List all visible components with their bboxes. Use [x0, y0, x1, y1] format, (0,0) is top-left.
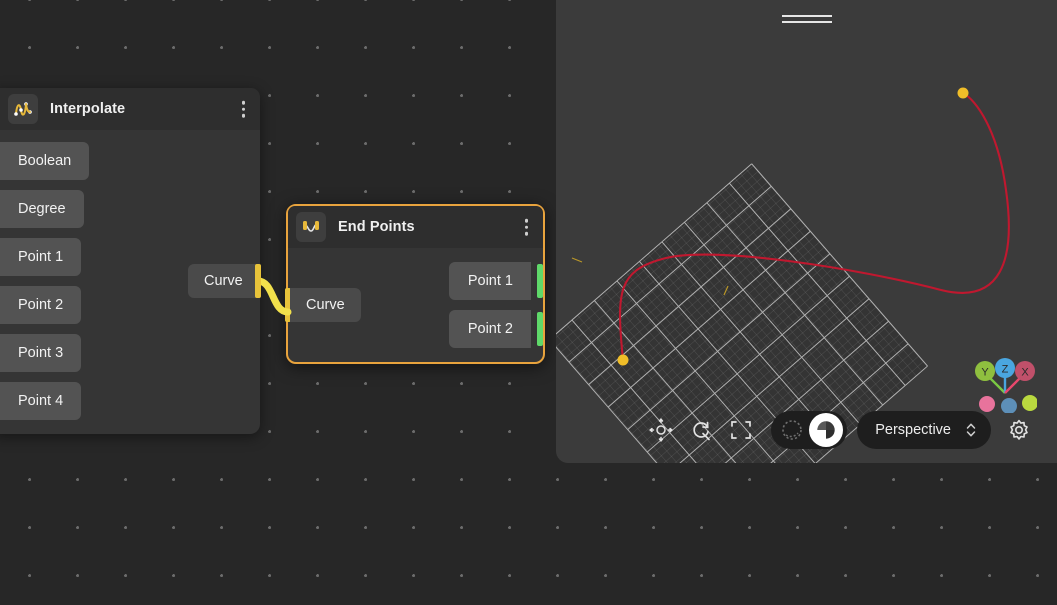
socket-row-boolean[interactable]: Boolean	[0, 142, 260, 180]
node-end-points-kebab-menu-icon[interactable]	[520, 215, 534, 240]
viewport-toolbar: Perspective	[556, 411, 1057, 449]
viewport-settings-gear-icon[interactable]	[999, 411, 1039, 449]
reset-view-tool-icon[interactable]	[681, 411, 721, 449]
viewport-resize-handle[interactable]	[782, 11, 832, 27]
frame-selection-tool-icon[interactable]	[721, 411, 761, 449]
axis-label-z: Z	[1002, 364, 1009, 376]
socket-row-point-4[interactable]: Point 4	[0, 382, 260, 420]
node-interpolate-header[interactable]: Interpolate	[0, 88, 260, 130]
node-interpolate-title: Interpolate	[50, 101, 125, 117]
interpolate-curve-icon	[8, 94, 38, 124]
socket-marker-out-point-2[interactable]	[537, 312, 543, 346]
node-end-points-title: End Points	[338, 219, 415, 235]
viewport-endpoint-2	[618, 355, 629, 366]
socket-label-point-4: Point 4	[0, 382, 81, 420]
socket-label-point-2: Point 2	[0, 286, 81, 324]
socket-label-out-point-2: Point 2	[449, 310, 531, 348]
socket-marker-out-point-1[interactable]	[537, 264, 543, 298]
orbit-tool-icon[interactable]	[641, 411, 681, 449]
socket-label-out-point-1: Point 1	[449, 262, 531, 300]
node-interpolate[interactable]: Interpolate Boolean Degree Point 1	[0, 88, 260, 434]
socket-row-in-curve[interactable]: Curve	[288, 288, 408, 322]
socket-label-point-3: Point 3	[0, 334, 81, 372]
socket-label-in-curve: Curve	[290, 288, 361, 322]
wireframe-shading-button[interactable]	[775, 413, 809, 447]
socket-row-point-3[interactable]: Point 3	[0, 334, 260, 372]
shading-mode-group	[771, 411, 847, 449]
socket-row-degree[interactable]: Degree	[0, 190, 260, 228]
end-points-curve-icon	[296, 212, 326, 242]
socket-label-curve-output: Curve	[204, 273, 243, 289]
socket-label-point-1: Point 1	[0, 238, 81, 276]
solid-shading-button[interactable]	[809, 413, 843, 447]
node-end-points[interactable]: End Points Point 1 Point 2 Curve	[286, 204, 545, 364]
node-interpolate-kebab-menu-icon[interactable]	[237, 97, 251, 122]
node-end-points-header[interactable]: End Points	[288, 206, 543, 248]
app-root: Interpolate Boolean Degree Point 1	[0, 0, 1057, 605]
socket-label-degree: Degree	[0, 190, 84, 228]
axis-neg-ball-1	[979, 396, 995, 412]
socket-marker-curve-output[interactable]	[255, 264, 261, 298]
projection-value: Perspective	[875, 422, 951, 438]
projection-select[interactable]: Perspective	[857, 411, 991, 449]
socket-label-boolean: Boolean	[0, 142, 89, 180]
axis-label-x: X	[1021, 367, 1029, 379]
axis-label-y: Y	[981, 367, 989, 379]
viewport-3d[interactable]: Y Z X	[556, 0, 1057, 463]
viewport-axis-gizmo[interactable]: Y Z X	[965, 351, 1037, 413]
socket-output-curve-interpolate[interactable]: Curve	[188, 264, 259, 298]
chevron-updown-icon	[965, 421, 977, 439]
viewport-endpoint-1	[958, 88, 969, 99]
axis-neg-ball-3	[1022, 395, 1037, 411]
